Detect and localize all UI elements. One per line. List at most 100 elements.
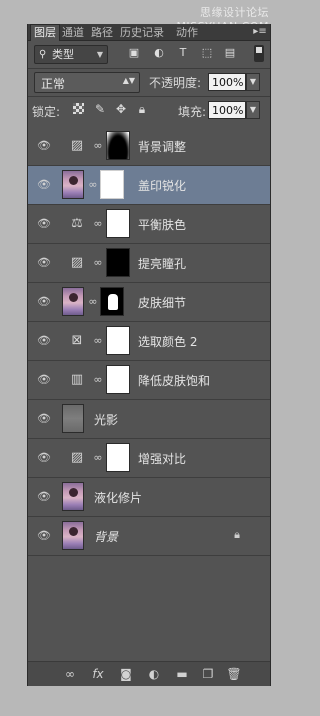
curves-icon: ▨ — [70, 450, 84, 465]
layer-name: 背景调整 — [138, 140, 187, 154]
mask-link-icon[interactable]: ∞ — [93, 372, 103, 387]
layers-panel: 图层 通道 路径 历史记录 动作 ▸≡ ⚲ 类型 ▼ ▣ ◐ T ⬚ ▤ 正常 … — [27, 24, 271, 686]
tab-paths[interactable]: 路径 — [91, 25, 113, 40]
visibility-eye-icon[interactable]: 👁︎ — [36, 413, 52, 425]
layer-mask-thumbnail[interactable] — [106, 326, 130, 355]
visibility-eye-icon[interactable]: 👁︎ — [36, 218, 52, 230]
tab-layers[interactable]: 图层 — [30, 24, 60, 41]
visibility-eye-icon[interactable]: 👁︎ — [36, 179, 52, 191]
layer-row[interactable]: 👁︎ ▨ ∞ 背景调整 — [28, 127, 270, 166]
layer-name: 提亮瞳孔 — [138, 257, 187, 271]
layer-name: 降低皮肤饱和 — [138, 374, 211, 388]
adjustment-layer-icon[interactable]: ◐ — [146, 666, 162, 682]
layer-mask-thumbnail[interactable] — [106, 131, 130, 160]
layer-row-selected[interactable]: 👁︎ ∞ 盖印锐化 — [28, 166, 270, 205]
visibility-eye-icon[interactable]: 👁︎ — [36, 374, 52, 386]
layer-name: 液化修片 — [94, 491, 143, 505]
panel-tab-bar: 图层 通道 路径 历史记录 动作 ▸≡ — [28, 24, 270, 41]
trash-icon[interactable]: 🗑︎ — [226, 666, 242, 682]
curves-icon: ▨ — [70, 138, 84, 153]
tab-history[interactable]: 历史记录 — [120, 25, 164, 40]
visibility-eye-icon[interactable]: 👁︎ — [36, 140, 52, 152]
visibility-eye-icon[interactable]: 👁︎ — [36, 335, 52, 347]
layer-mask-thumbnail[interactable] — [106, 209, 130, 238]
mask-link-icon[interactable]: ∞ — [93, 333, 103, 348]
mask-link-icon[interactable]: ∞ — [88, 177, 98, 192]
layer-mask-thumbnail[interactable] — [106, 248, 130, 277]
fill-label: 填充: — [178, 105, 207, 119]
search-icon: ⚲ — [39, 49, 47, 60]
group-folder-icon[interactable]: ▬ — [174, 666, 190, 682]
layer-mask-thumbnail[interactable] — [100, 170, 124, 199]
lock-label: 锁定: — [32, 105, 61, 119]
filter-kind-label: 类型 — [52, 48, 74, 61]
layer-row[interactable]: 👁︎ ⊠ ∞ 选取颜色 2 — [28, 322, 270, 361]
layer-thumbnail[interactable] — [62, 287, 84, 316]
filter-type-icon[interactable]: T — [176, 46, 190, 60]
lock-row: 锁定: ✎ ✥ 🔒︎ 填充: 100% ▼ — [32, 98, 266, 122]
hue-saturation-icon: ▥ — [70, 372, 84, 387]
new-layer-icon[interactable]: ❐ — [200, 666, 216, 682]
opacity-label: 不透明度: — [149, 76, 202, 90]
lock-image-pixels-icon[interactable]: ✎ — [93, 102, 107, 116]
layer-mask-thumbnail[interactable] — [106, 365, 130, 394]
mask-link-icon[interactable]: ∞ — [93, 138, 103, 153]
panel-footer: ∞ fx ◙ ◐ ▬ ❐ 🗑︎ — [28, 661, 270, 686]
mask-link-icon[interactable]: ∞ — [93, 450, 103, 465]
lock-icon: 🔒︎ — [234, 528, 240, 541]
layer-row[interactable]: 👁︎ ▥ ∞ 降低皮肤饱和 — [28, 361, 270, 400]
lock-transparent-pixels-icon[interactable] — [72, 102, 86, 116]
add-mask-icon[interactable]: ◙ — [118, 666, 134, 682]
layer-thumbnail[interactable] — [62, 521, 84, 550]
layer-thumbnail[interactable] — [62, 482, 84, 511]
layer-name: 盖印锐化 — [138, 179, 187, 193]
color-balance-icon: ⚖ — [71, 216, 83, 231]
blend-mode-value: 正常 — [41, 77, 66, 91]
layer-row[interactable]: 👁︎ ▨ ∞ 提亮瞳孔 — [28, 244, 270, 283]
lock-position-icon[interactable]: ✥ — [114, 102, 128, 116]
layer-mask-thumbnail[interactable] — [100, 287, 124, 316]
layer-name: 选取颜色 2 — [138, 335, 198, 349]
layer-thumbnail[interactable] — [62, 170, 84, 199]
visibility-eye-icon[interactable]: 👁︎ — [36, 452, 52, 464]
layer-row-background[interactable]: 👁︎ 背景 🔒︎ — [28, 517, 270, 556]
selective-color-icon: ⊠ — [71, 333, 83, 348]
layer-name: 平衡肤色 — [138, 218, 187, 232]
panel-menu-icon[interactable]: ▸≡ — [252, 25, 268, 39]
lock-all-icon[interactable]: 🔒︎ — [135, 102, 149, 116]
filter-smart-object-icon[interactable]: ▤ — [223, 46, 237, 60]
tab-actions[interactable]: 动作 — [176, 25, 198, 40]
filter-toggle-switch[interactable] — [254, 45, 264, 62]
mask-link-icon[interactable]: ∞ — [93, 255, 103, 270]
visibility-eye-icon[interactable]: 👁︎ — [36, 296, 52, 308]
mask-link-icon[interactable]: ∞ — [88, 294, 98, 309]
filter-pixel-icon[interactable]: ▣ — [127, 46, 141, 60]
layer-row[interactable]: 👁︎ ⚖ ∞ 平衡肤色 — [28, 205, 270, 244]
opacity-input[interactable]: 100% — [208, 73, 246, 91]
tab-channels[interactable]: 通道 — [62, 25, 84, 40]
filter-shape-icon[interactable]: ⬚ — [200, 46, 214, 60]
filter-kind-select[interactable]: ⚲ 类型 ▼ — [34, 45, 108, 64]
layer-row[interactable]: 👁︎ 液化修片 — [28, 478, 270, 517]
fill-dropdown-icon[interactable]: ▼ — [246, 101, 260, 119]
layer-row[interactable]: 👁︎ 光影 — [28, 400, 270, 439]
layer-thumbnail[interactable] — [62, 404, 84, 433]
fx-icon[interactable]: fx — [90, 666, 106, 682]
visibility-eye-icon[interactable]: 👁︎ — [36, 530, 52, 542]
chevron-down-icon: ▼ — [96, 50, 103, 59]
visibility-eye-icon[interactable]: 👁︎ — [36, 257, 52, 269]
mask-link-icon[interactable]: ∞ — [93, 216, 103, 231]
chevron-down-icon: ▲▼ — [122, 76, 135, 85]
layer-row[interactable]: 👁︎ ▨ ∞ 增强对比 — [28, 439, 270, 478]
filter-adjustment-icon[interactable]: ◐ — [152, 46, 166, 60]
visibility-eye-icon[interactable]: 👁︎ — [36, 491, 52, 503]
curves-icon: ▨ — [70, 255, 84, 270]
layer-filter-row: ⚲ 类型 ▼ ▣ ◐ T ⬚ ▤ — [32, 43, 266, 65]
blend-mode-select[interactable]: 正常 ▲▼ — [34, 72, 140, 93]
opacity-dropdown-icon[interactable]: ▼ — [246, 73, 260, 91]
layers-list: 👁︎ ▨ ∞ 背景调整 👁︎ ∞ 盖印锐化 👁︎ ⚖ ∞ 平衡肤色 👁︎ ▨ ∞… — [28, 127, 270, 556]
layer-mask-thumbnail[interactable] — [106, 443, 130, 472]
link-icon[interactable]: ∞ — [62, 666, 78, 682]
layer-row[interactable]: 👁︎ ∞ 皮肤细节 — [28, 283, 270, 322]
fill-input[interactable]: 100% — [208, 101, 246, 119]
